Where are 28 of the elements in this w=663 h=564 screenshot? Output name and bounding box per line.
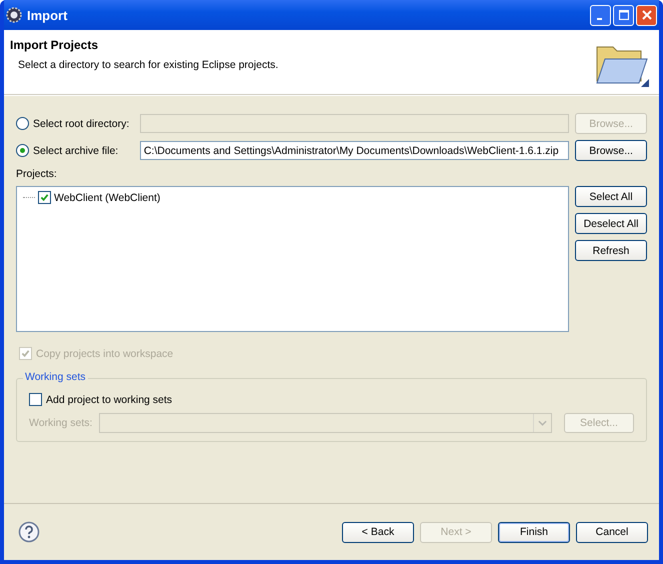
gear-icon (6, 7, 22, 23)
minimize-icon (596, 18, 602, 20)
radio-button[interactable]: Select root directory: (16, 117, 134, 130)
projects-label: Projects: (16, 168, 58, 180)
close-icon (642, 10, 652, 20)
close-button[interactable] (636, 4, 657, 26)
path-field[interactable] (140, 114, 570, 133)
window-title: Import (27, 8, 68, 22)
wizard-button[interactable]: Finish (498, 522, 570, 542)
list-action-button[interactable]: Select All (575, 186, 647, 207)
group-title: Working sets (23, 371, 88, 383)
project-item[interactable]: WebClient (WebClient) (23, 191, 562, 204)
list-action-button[interactable]: Refresh (575, 240, 647, 261)
radio-button[interactable]: Select archive file: (16, 144, 134, 157)
working-sets-label: Working sets: (29, 417, 94, 429)
list-action-button[interactable]: Deselect All (575, 213, 647, 234)
check-icon (40, 193, 49, 202)
wizard-button[interactable]: < Back (342, 522, 414, 542)
path-field[interactable]: C:\Documents and Settings\Administrator\My Documents\Downloads\WebClient-1.6.1.zip (140, 141, 570, 160)
maximize-button[interactable] (613, 4, 634, 26)
page-description: Select a directory to search for existing Eclipse projects. (17, 59, 278, 71)
minimize-button[interactable] (590, 4, 611, 26)
browse-button[interactable]: Browse... (575, 140, 648, 161)
wizard-button[interactable]: Cancel (576, 522, 648, 542)
page-title: Import Projects (10, 38, 100, 52)
check-icon (21, 349, 30, 358)
maximize-icon (618, 10, 628, 20)
help-icon[interactable] (18, 521, 40, 543)
